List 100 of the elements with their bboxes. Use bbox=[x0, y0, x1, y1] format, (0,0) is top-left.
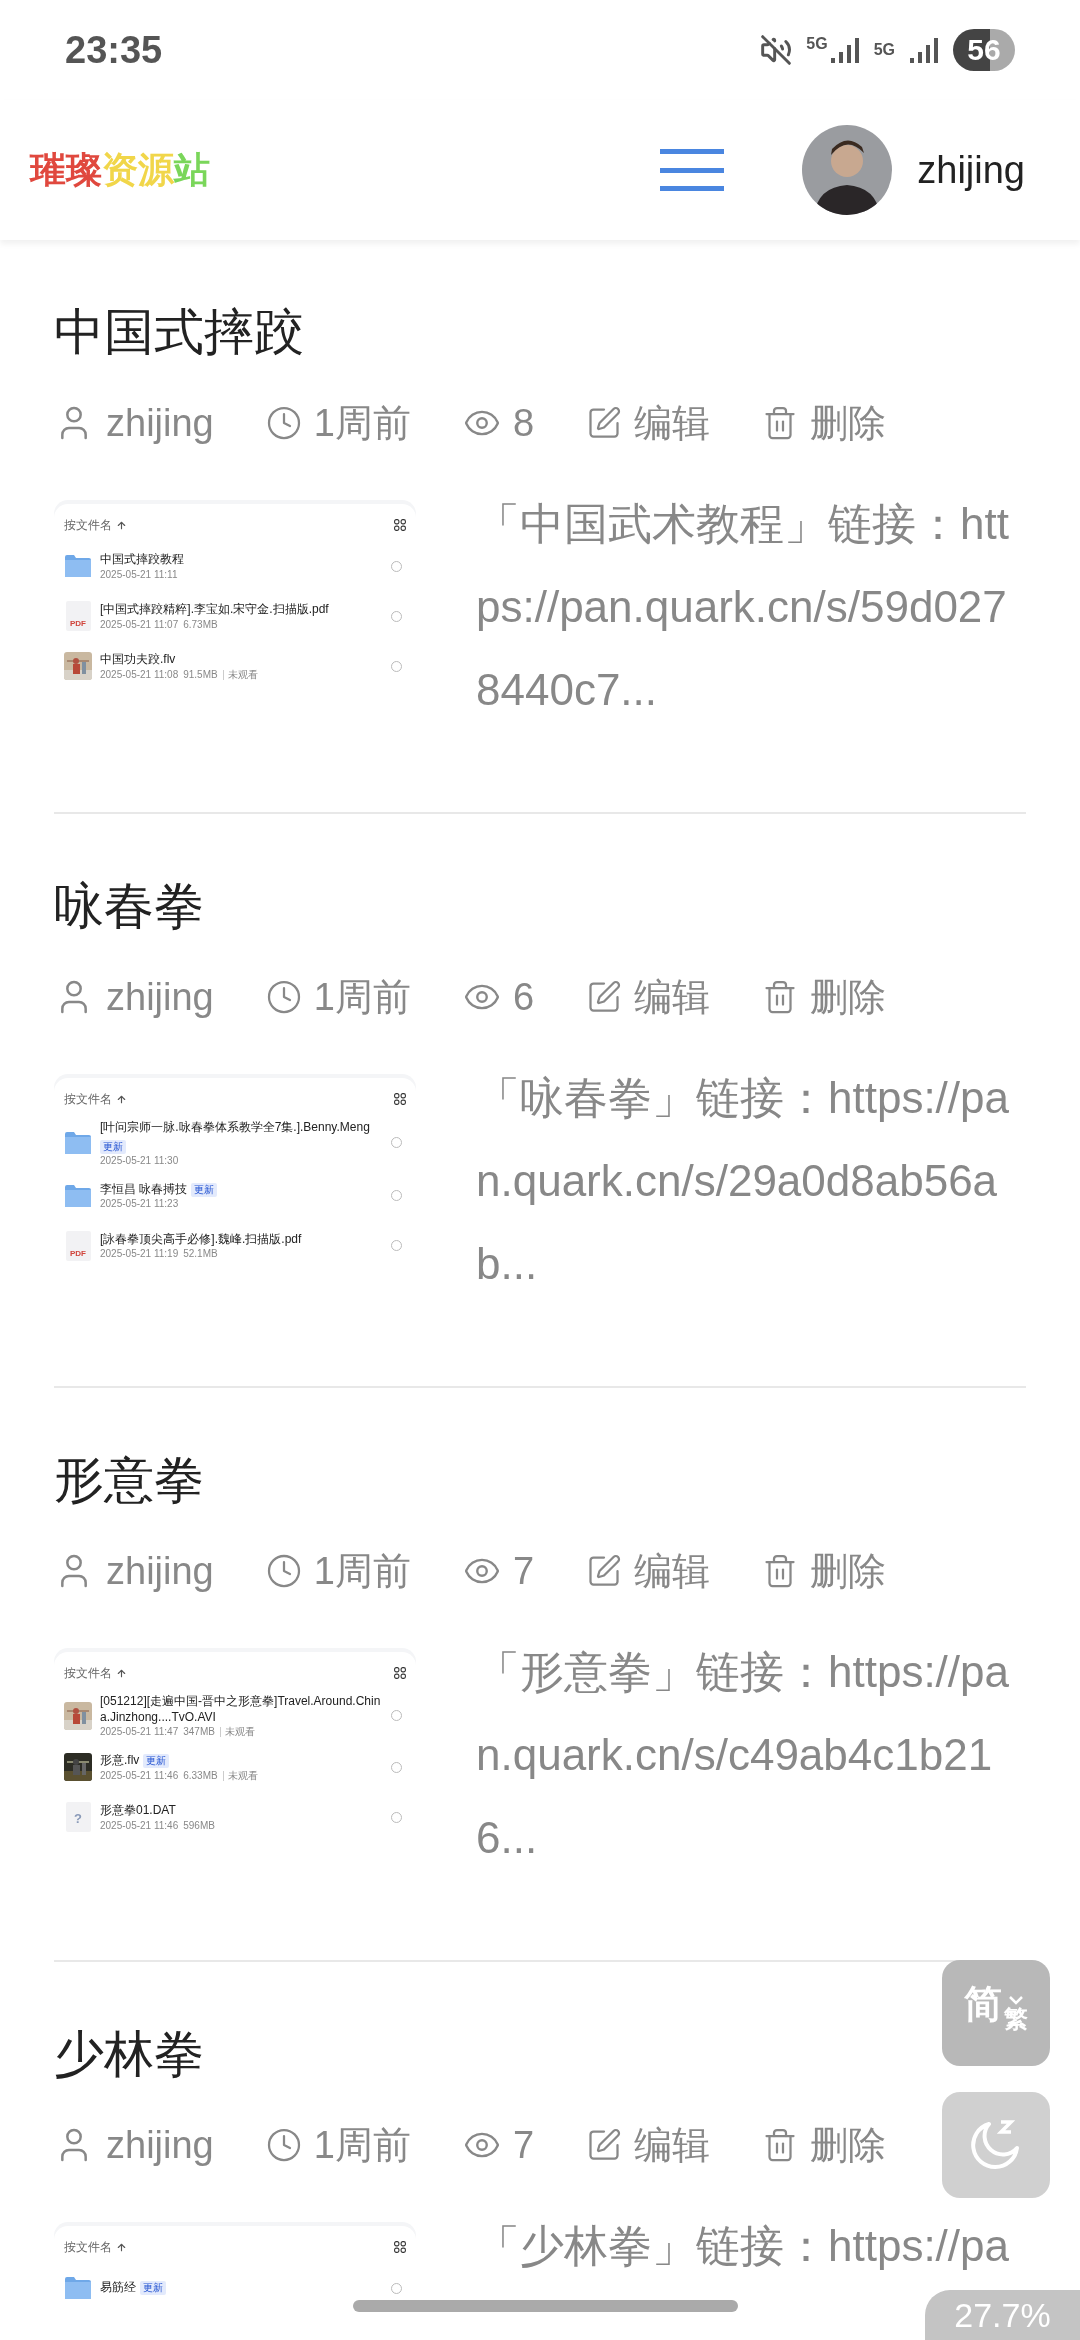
file-name: 形意.flv bbox=[100, 1753, 140, 1769]
file-date: 2025-05-21 11:07 bbox=[100, 619, 179, 630]
file-name: [051212][走遍中国-晋中之形意拳]Travel.Around.China.Jinzhong....TvO.AVI bbox=[100, 1694, 382, 1726]
delete-link[interactable]: 删除 bbox=[762, 394, 886, 452]
simplified-glyph: 简 bbox=[964, 1985, 1002, 2023]
folder-icon bbox=[65, 2277, 91, 2299]
post-excerpt: 「咏春拳」链接：https://pan.quark.cn/s/29a0d8ab56ab... bbox=[476, 1072, 1010, 1290]
mute-icon bbox=[760, 34, 793, 66]
traditional-glyph: 繁 bbox=[1004, 2007, 1028, 2031]
post-title[interactable]: 少林拳 bbox=[54, 2024, 204, 2084]
swap-arrows-icon bbox=[1008, 1995, 1024, 2005]
view-count: 7 bbox=[512, 1548, 534, 1594]
update-tag: 更新 bbox=[140, 2281, 166, 2295]
file-name: [中国式摔跤精粹].李宝如.宋守金.扫描版.pdf bbox=[100, 602, 329, 618]
status-time: 23:35 bbox=[65, 27, 163, 73]
grid-icon[interactable] bbox=[394, 1667, 406, 1679]
sort-label[interactable]: 按文件名 bbox=[64, 1664, 112, 1682]
edit-link[interactable]: 编辑 bbox=[586, 1542, 710, 1600]
file-size: 91.5MB bbox=[183, 669, 218, 680]
delete-link[interactable]: 删除 bbox=[762, 968, 886, 1026]
post-title[interactable]: 咏春拳 bbox=[54, 876, 204, 936]
file-date: 2025-05-21 11:19 bbox=[100, 1249, 179, 1260]
arrow-up-icon[interactable] bbox=[116, 519, 127, 531]
post-time: 1周前 bbox=[313, 974, 411, 1020]
file-type-label: PDF bbox=[70, 1249, 86, 1258]
site-logo[interactable]: 璀璨资源站 bbox=[30, 143, 210, 197]
sort-label[interactable]: 按文件名 bbox=[64, 516, 112, 534]
author-name[interactable]: zhijing bbox=[106, 968, 214, 1026]
file-name: 形意拳01.DAT bbox=[100, 1803, 176, 1819]
sort-label[interactable]: 按文件名 bbox=[64, 2238, 112, 2256]
clock-icon bbox=[265, 405, 302, 441]
file-name: [詠春拳顶尖高手必修].魏峰.扫描版.pdf bbox=[100, 1231, 302, 1248]
post-time: 1周前 bbox=[313, 400, 411, 446]
update-tag: 更新 bbox=[143, 1754, 170, 1769]
author-name[interactable]: zhijing bbox=[106, 2116, 214, 2174]
clock-icon bbox=[265, 2127, 302, 2163]
delete-link[interactable]: 删除 bbox=[762, 1542, 886, 1600]
post-title[interactable]: 中国式摔跤 bbox=[54, 302, 304, 362]
file-name: 中国功夫跤.flv bbox=[100, 652, 176, 668]
file-date: 2025-05-21 11:46 bbox=[100, 1821, 179, 1831]
watch-status: 未观看 bbox=[222, 669, 258, 680]
folder-icon bbox=[65, 555, 91, 577]
view-count: 6 bbox=[512, 974, 534, 1020]
arrow-up-icon[interactable] bbox=[116, 2241, 127, 2253]
file-date: 2025-05-21 11:46 bbox=[100, 1771, 179, 1781]
author-name[interactable]: zhijing bbox=[106, 1542, 214, 1600]
signal-icon bbox=[909, 36, 939, 64]
clock-icon bbox=[265, 979, 302, 1015]
edit-icon bbox=[586, 1553, 622, 1589]
folder-icon bbox=[65, 1184, 91, 1207]
menu-icon[interactable] bbox=[660, 149, 725, 191]
watch-status: 未观看 bbox=[222, 1771, 258, 1781]
file-size: 347MB bbox=[183, 1727, 215, 1738]
file-date: 2025-05-21 11:11 bbox=[100, 569, 178, 580]
post-title[interactable]: 形意拳 bbox=[54, 1450, 204, 1510]
file-name: [叶问宗师一脉.咏春拳体系教学全7集.].Benny.Meng bbox=[100, 1120, 370, 1136]
file-type-label: PDF bbox=[70, 620, 86, 628]
update-tag: 更新 bbox=[100, 1139, 126, 1154]
file-date: 2025-05-21 11:47 bbox=[100, 1727, 179, 1738]
edit-icon bbox=[586, 979, 622, 1015]
post-excerpt: 「形意拳」链接：https://pan.quark.cn/s/c49ab4c1b216... bbox=[476, 1646, 1010, 1864]
edit-icon bbox=[586, 2127, 622, 2163]
sort-label[interactable]: 按文件名 bbox=[64, 1090, 112, 1108]
file-size: 596MB bbox=[183, 1821, 215, 1831]
file-name: 中国式摔跤教程 bbox=[100, 552, 184, 568]
watch-status: 未观看 bbox=[219, 1727, 255, 1738]
network-label: 5G bbox=[806, 36, 828, 52]
grid-icon[interactable] bbox=[394, 2241, 406, 2253]
delete-link[interactable]: 删除 bbox=[762, 2116, 886, 2174]
edit-link[interactable]: 编辑 bbox=[586, 968, 710, 1026]
file-type-label: ? bbox=[74, 1812, 82, 1829]
file-name: 易筋经 bbox=[100, 2280, 136, 2296]
night-mode-button[interactable] bbox=[942, 2092, 1050, 2198]
edit-link[interactable]: 编辑 bbox=[586, 394, 710, 452]
file-date: 2025-05-21 11:23 bbox=[100, 1199, 179, 1210]
post-excerpt: 「少林拳」链接：https://pa bbox=[476, 2220, 1010, 2272]
grid-icon[interactable] bbox=[394, 1093, 406, 1105]
update-tag: 更新 bbox=[191, 1182, 218, 1197]
post-excerpt: 「中国武术教程」链接：https://pan.quark.cn/s/59d0278440c7... bbox=[476, 498, 1010, 716]
post-time: 1周前 bbox=[313, 2122, 411, 2168]
file-size: 6.73MB bbox=[183, 619, 218, 630]
view-count: 8 bbox=[512, 400, 534, 446]
signal-icon bbox=[829, 36, 860, 64]
clock-icon bbox=[265, 1553, 302, 1589]
author-name[interactable]: zhijing bbox=[106, 394, 214, 452]
arrow-up-icon[interactable] bbox=[116, 1667, 127, 1679]
view-count: 7 bbox=[512, 2122, 534, 2168]
edit-icon bbox=[586, 405, 622, 441]
grid-icon[interactable] bbox=[394, 519, 406, 531]
file-date: 2025-05-21 11:08 bbox=[100, 669, 179, 680]
arrow-up-icon[interactable] bbox=[116, 1093, 127, 1105]
file-size: 52.1MB bbox=[183, 1249, 218, 1260]
edit-link[interactable]: 编辑 bbox=[586, 2116, 710, 2174]
folder-icon bbox=[65, 1131, 91, 1154]
file-date: 2025-05-21 11:30 bbox=[100, 1155, 179, 1166]
user-name[interactable]: zhijing bbox=[917, 141, 1025, 199]
file-name: 李恒昌 咏春搏技 bbox=[100, 1181, 188, 1198]
network-label: 5G bbox=[873, 42, 895, 58]
file-size: 6.33MB bbox=[183, 1771, 218, 1781]
post-time: 1周前 bbox=[313, 1548, 411, 1594]
